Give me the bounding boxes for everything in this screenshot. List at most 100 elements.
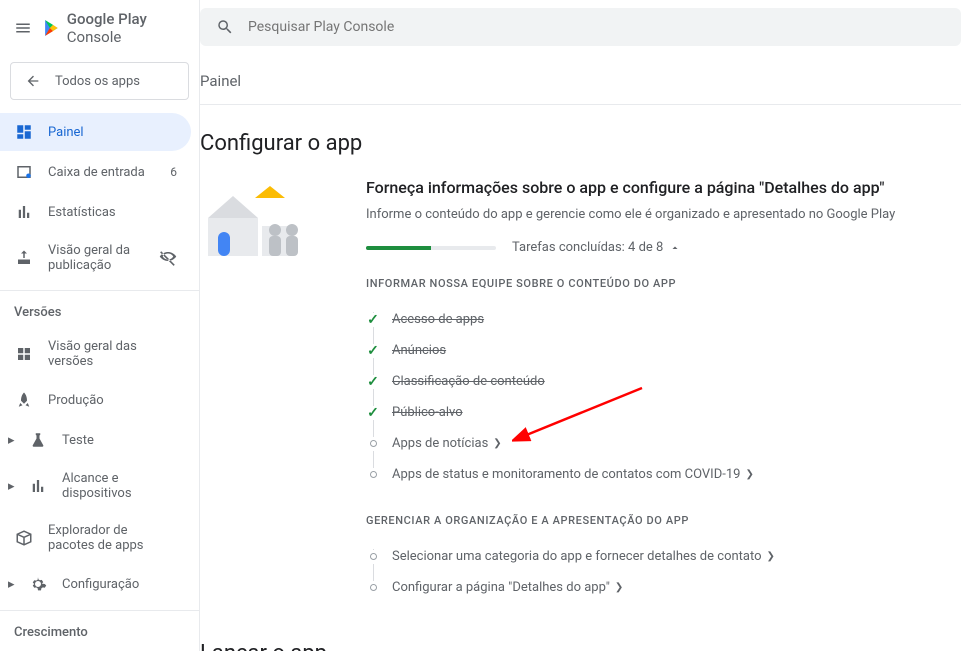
- sidebar-item-label: Visão geral da publicação: [48, 243, 145, 273]
- caret-right-icon: ▸: [8, 479, 20, 494]
- task-label: Público-alvo: [392, 405, 463, 420]
- card-description: Informe o conteúdo do app e gerencie com…: [366, 207, 961, 222]
- devices-icon: [28, 477, 48, 495]
- publish-icon: [14, 249, 34, 267]
- sidebar-section-grow: Crescimento: [0, 610, 199, 648]
- task-setup-store-listing[interactable]: Configurar a página "Detalhes do app" ❯: [392, 572, 961, 603]
- sidebar-item-setup[interactable]: ▸ Configuração: [0, 565, 191, 603]
- configure-app-heading: Configurar o app: [200, 105, 977, 178]
- managed-publishing-off-icon: [159, 249, 177, 267]
- flask-icon: [28, 431, 48, 449]
- task-label: Selecionar uma categoria do app e fornec…: [392, 549, 762, 564]
- sidebar-item-production[interactable]: Produção: [0, 381, 191, 419]
- task-link[interactable]: Selecionar uma categoria do app e fornec…: [392, 549, 775, 564]
- sidebar-item-dashboard[interactable]: Painel: [0, 113, 191, 151]
- check-icon: ✓: [366, 406, 380, 420]
- chevron-up-icon: [669, 242, 681, 254]
- circle-icon: [366, 468, 380, 482]
- logo-text: Google Play Console: [67, 10, 185, 46]
- gear-icon: [28, 575, 48, 593]
- page-title: Painel: [200, 54, 961, 105]
- back-to-apps-button[interactable]: Todos os apps: [10, 62, 189, 100]
- task-link[interactable]: Configurar a página "Detalhes do app" ❯: [392, 580, 623, 595]
- task-content-rating[interactable]: ✓ Classificação de conteúdo: [392, 366, 961, 397]
- chevron-right-icon: ❯: [767, 551, 775, 562]
- sidebar-item-reach-devices[interactable]: ▸ Alcance e dispositivos: [0, 461, 191, 511]
- caret-right-icon: ▸: [8, 433, 20, 448]
- sidebar-item-label: Painel: [48, 125, 177, 140]
- task-list-1: ✓ Acesso de apps ✓ Anúncios ✓ Classifica…: [366, 304, 961, 490]
- task-link[interactable]: Apps de notícias ❯: [392, 436, 502, 451]
- sidebar-item-label: Configuração: [62, 577, 177, 592]
- check-icon: ✓: [366, 344, 380, 358]
- setup-card: Forneça informações sobre o app e config…: [200, 178, 977, 603]
- search-wrap: [200, 0, 977, 54]
- menu-icon[interactable]: [14, 19, 32, 37]
- card-illustration: [200, 178, 340, 248]
- task-covid-apps[interactable]: Apps de status e monitoramento de contat…: [392, 459, 961, 490]
- task-label: Configurar a página "Detalhes do app": [392, 580, 610, 595]
- dashboard-icon: [14, 123, 34, 141]
- inbox-icon: [14, 163, 34, 181]
- grid-icon: [14, 345, 34, 363]
- sidebar: Google Play Console Todos os apps Painel…: [0, 0, 200, 651]
- sidebar-item-bundle-explorer[interactable]: Explorador de pacotes de apps: [0, 513, 191, 563]
- progress-bar: [366, 246, 496, 250]
- inbox-count-badge: 6: [170, 165, 177, 179]
- circle-icon: [366, 550, 380, 564]
- search-input[interactable]: [248, 19, 945, 35]
- sidebar-item-label: Teste: [62, 433, 177, 448]
- check-icon: ✓: [366, 313, 380, 327]
- chevron-right-icon: ❯: [493, 438, 501, 449]
- sidebar-item-label: Alcance e dispositivos: [62, 471, 177, 501]
- sidebar-item-releases-overview[interactable]: Visão geral das versões: [0, 329, 191, 379]
- task-select-category[interactable]: Selecionar uma categoria do app e fornec…: [392, 541, 961, 572]
- sidebar-item-publishing-overview[interactable]: Visão geral da publicação: [0, 233, 191, 283]
- logo-row: Google Play Console: [0, 0, 199, 56]
- sidebar-item-label: Estatísticas: [48, 205, 177, 220]
- sidebar-item-label: Visão geral das versões: [48, 339, 177, 369]
- caret-right-icon: ▸: [8, 577, 20, 592]
- progress-row: Tarefas concluídas: 4 de 8: [366, 240, 961, 255]
- task-link[interactable]: Apps de status e monitoramento de contat…: [392, 467, 754, 482]
- sidebar-section-releases: Versões: [0, 290, 199, 328]
- sidebar-item-label: Explorador de pacotes de apps: [48, 523, 177, 553]
- stats-icon: [14, 203, 34, 221]
- sidebar-item-label: Produção: [48, 393, 177, 408]
- search-icon: [216, 18, 234, 36]
- task-label: Apps de notícias: [392, 436, 488, 451]
- task-ads[interactable]: ✓ Anúncios: [392, 335, 961, 366]
- task-label: Apps de status e monitoramento de contat…: [392, 467, 740, 482]
- check-icon: ✓: [366, 375, 380, 389]
- progress-toggle[interactable]: Tarefas concluídas: 4 de 8: [512, 240, 681, 255]
- main-content: Painel Configurar o app Forneça informaç…: [200, 0, 977, 651]
- circle-icon: [366, 437, 380, 451]
- search-bar[interactable]: [200, 8, 961, 46]
- task-connector-line: [373, 312, 374, 482]
- task-label: Classificação de conteúdo: [392, 374, 545, 389]
- task-label: Acesso de apps: [392, 312, 484, 327]
- rocket-icon: [14, 391, 34, 409]
- play-console-logo[interactable]: Google Play Console: [42, 10, 185, 46]
- arrow-left-icon: [25, 73, 41, 89]
- task-list-2: Selecionar uma categoria do app e fornec…: [366, 541, 961, 603]
- task-news-apps[interactable]: Apps de notícias ❯: [392, 428, 961, 459]
- circle-icon: [366, 581, 380, 595]
- chevron-right-icon: ❯: [615, 582, 623, 593]
- progress-fill: [366, 246, 431, 250]
- card-content: Forneça informações sobre o app e config…: [366, 178, 961, 603]
- chevron-right-icon: ❯: [745, 469, 753, 480]
- sidebar-item-testing[interactable]: ▸ Teste: [0, 421, 191, 459]
- sidebar-item-stats[interactable]: Estatísticas: [0, 193, 191, 231]
- back-button-label: Todos os apps: [55, 74, 140, 89]
- task-label: Anúncios: [392, 343, 446, 358]
- sidebar-item-label: Caixa de entrada: [48, 165, 156, 180]
- launch-app-heading: Lançar o app: [200, 603, 977, 651]
- task-target-audience[interactable]: ✓ Público-alvo: [392, 397, 961, 428]
- task-app-access[interactable]: ✓ Acesso de apps: [392, 304, 961, 335]
- sidebar-item-inbox[interactable]: Caixa de entrada 6: [0, 153, 191, 191]
- progress-label: Tarefas concluídas: 4 de 8: [512, 240, 663, 255]
- bundle-icon: [14, 529, 34, 547]
- card-title: Forneça informações sobre o app e config…: [366, 178, 961, 197]
- task-group-header-1: INFORMAR NOSSA EQUIPE SOBRE O CONTEÚDO D…: [366, 277, 961, 290]
